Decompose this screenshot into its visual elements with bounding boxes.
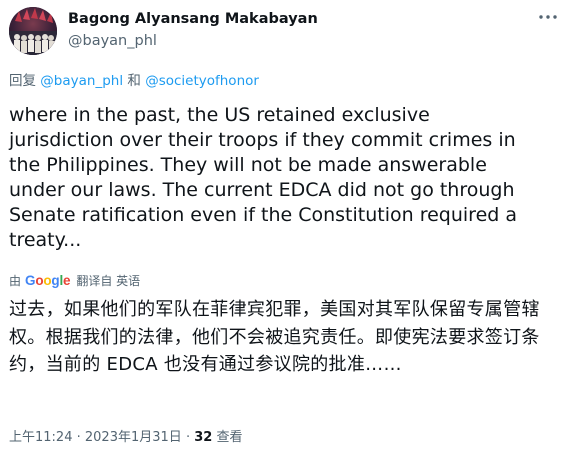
google-logo-letter: e [63, 273, 71, 288]
tweet-time[interactable]: 上午11:24 [9, 430, 72, 445]
replying-to-line: 回复 @bayan_phl 和 @societyofhonor [9, 72, 259, 90]
google-logo-letter: G [25, 273, 36, 288]
user-block: Bagong Alyansang Makabayan @bayan_phl [68, 10, 318, 51]
translation-attribution: 由 Google 翻译自 英语 [9, 273, 140, 289]
more-options-button[interactable] [535, 8, 561, 26]
reply-conjunction: 和 [127, 73, 141, 89]
tweet-date[interactable]: 2023年1月31日 [85, 430, 182, 445]
views-count: 32 [194, 430, 213, 445]
translated-text: 过去，如果他们的军队在菲律宾犯罪，美国对其军队保留专属管辖权。根据我们的法律，他… [9, 299, 540, 375]
reply-mention-bayan[interactable]: @bayan_phl [40, 73, 123, 89]
avatar-image [9, 7, 57, 55]
translated-by-label: 由 [9, 274, 22, 288]
author-display-name[interactable]: Bagong Alyansang Makabayan [68, 10, 318, 29]
reply-prefix: 回复 [9, 73, 36, 89]
views-label: 查看 [216, 430, 243, 445]
author-handle[interactable]: @bayan_phl [68, 31, 318, 51]
meta-separator: · [185, 430, 191, 445]
avatar[interactable] [9, 7, 57, 55]
reply-mention-societyofhonor[interactable]: @societyofhonor [145, 73, 259, 89]
tweet-text: where in the past, the US retained exclu… [9, 104, 517, 251]
google-logo: Google [25, 273, 71, 289]
more-horizontal-icon [539, 15, 557, 19]
tweet-card: Bagong Alyansang Makabayan @bayan_phl 回复… [0, 0, 575, 454]
translated-from-label: 翻译自 英语 [76, 274, 141, 288]
tweet-meta: 上午11:24 · 2023年1月31日 · 32 查看 [9, 429, 242, 446]
meta-separator: · [76, 430, 81, 445]
